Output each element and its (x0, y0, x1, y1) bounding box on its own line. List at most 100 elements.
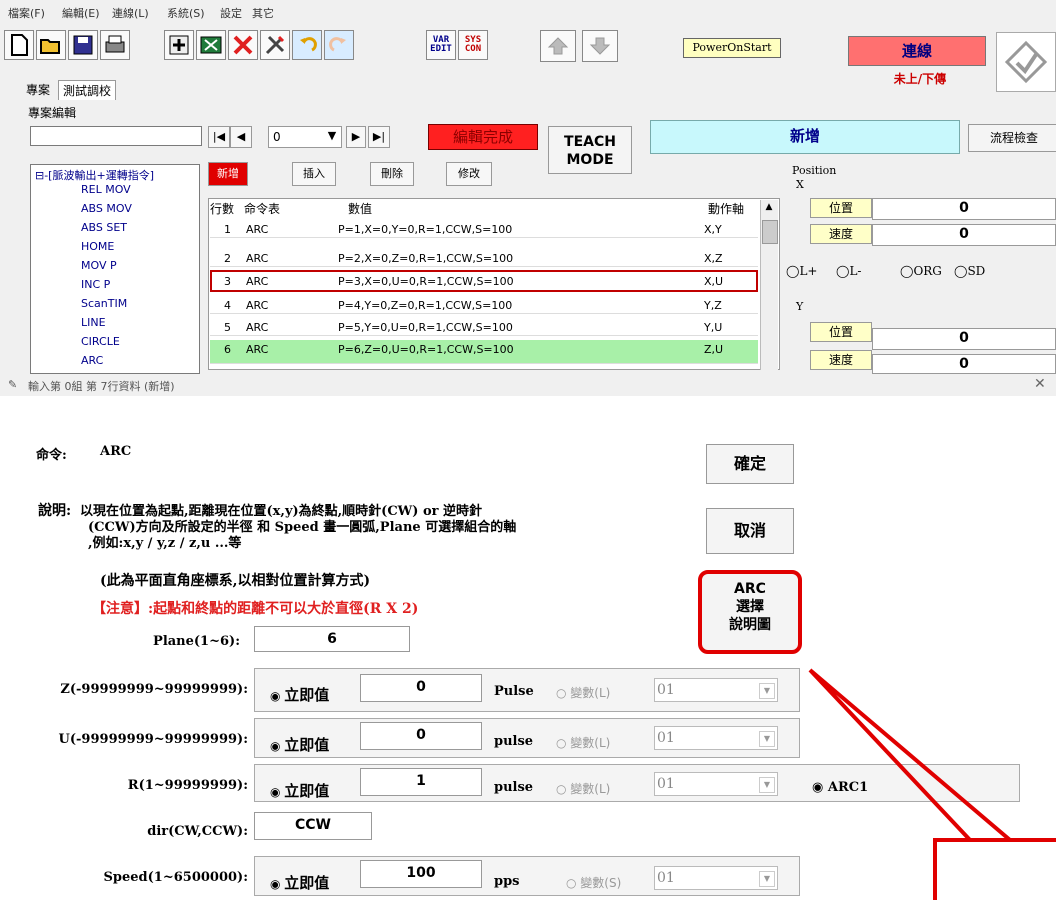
tree-item[interactable]: ARC (81, 354, 103, 367)
tab-project[interactable]: 專案 (22, 80, 54, 100)
sys-con-button[interactable]: SYS CON (458, 30, 488, 60)
speed-variable-label: 變數(S) (580, 876, 622, 890)
flow-check-button[interactable]: 流程檢查 (968, 124, 1056, 152)
tools-icon[interactable] (260, 30, 290, 60)
teach-mode-button[interactable]: TEACH MODE (548, 126, 632, 174)
table-row[interactable]: 4 ARC P=4,Y=0,Z=0,R=1,CCW,S=100 Y,Z (210, 296, 758, 314)
close-icon[interactable]: ✕ (1034, 376, 1046, 392)
save-icon[interactable] (68, 30, 98, 60)
scroll-up-icon[interactable]: ▲ (763, 202, 775, 216)
excel-icon[interactable] (196, 30, 226, 60)
var-edit-button[interactable]: VAR EDIT (426, 30, 456, 60)
z-variable-radio[interactable]: ○ 變數(L) (556, 684, 610, 701)
tree-item[interactable]: MOV P (81, 259, 117, 272)
r-value-input[interactable]: 1 (360, 768, 482, 796)
arrow-down-icon[interactable] (582, 30, 618, 62)
speed-unit: pps (494, 874, 520, 889)
menu-settings[interactable]: 設定 (220, 5, 242, 21)
tree-item[interactable]: ABS MOV (81, 202, 132, 215)
next-record-icon[interactable]: ▶ (346, 126, 366, 148)
delete-row-button[interactable]: 刪除 (370, 162, 414, 186)
tree-item[interactable]: CIRCLE (81, 335, 120, 348)
menu-edit[interactable]: 編輯(E) (62, 5, 100, 21)
cell-value: P=1,X=0,Y=0,R=1,CCW,S=100 (338, 223, 513, 236)
speed-value-input[interactable]: 100 (360, 860, 482, 888)
tree-item[interactable]: INC P (81, 278, 110, 291)
z-immediate-radio[interactable]: ◉ 立即值 (270, 684, 329, 705)
checkmark-logo-icon[interactable] (996, 32, 1056, 92)
prev-record-icon[interactable]: ◀ (230, 126, 252, 148)
u-immediate-radio[interactable]: ◉ 立即值 (270, 734, 329, 755)
new-file-icon[interactable] (4, 30, 34, 60)
power-on-start-button[interactable]: PowerOnStart (683, 38, 781, 58)
undo-icon[interactable] (292, 30, 322, 60)
table-row[interactable]: 5 ARC P=5,Y=0,U=0,R=1,CCW,S=100 Y,U (210, 318, 758, 336)
connect-button[interactable]: 連線 (848, 36, 986, 66)
y-speed-value: 0 (872, 354, 1056, 374)
add-icon[interactable] (164, 30, 194, 60)
z-value-input[interactable]: 0 (360, 674, 482, 702)
delete-icon[interactable] (228, 30, 258, 60)
table-scrollbar[interactable]: ▲ (760, 200, 778, 370)
slowdown-label: SD (967, 264, 986, 278)
z-variable-select[interactable]: 01 ▼ (654, 678, 778, 702)
origin-radio[interactable]: ◯ORG (900, 264, 942, 278)
tree-item[interactable]: REL MOV (81, 183, 131, 196)
command-value: ARC (100, 444, 132, 459)
r-variable-radio[interactable]: ○ 變數(L) (556, 780, 610, 797)
dir-label: dir(CW,CCW): (147, 824, 248, 839)
arc-help-button[interactable]: ARC 選擇 說明圖 (698, 570, 802, 654)
z-unit: Pulse (494, 684, 534, 699)
tab-test-tuning[interactable]: 測試調校 (58, 80, 117, 100)
desc-label: 說明: (38, 503, 72, 519)
var-edit-label: VAR EDIT (430, 35, 452, 54)
edit-done-button[interactable]: 編輯完成 (428, 124, 538, 150)
speed-variable-select[interactable]: 01 ▼ (654, 866, 778, 890)
u-variable-select[interactable]: 01 ▼ (654, 726, 778, 750)
arrow-up-icon[interactable] (540, 30, 576, 62)
ok-button[interactable]: 確定 (706, 444, 794, 484)
cell-line-no: 4 (224, 299, 231, 312)
new-row-button[interactable]: 新增 (208, 162, 248, 186)
limit-plus-radio[interactable]: ◯L+ (786, 264, 817, 278)
tree-item[interactable]: ABS SET (81, 221, 127, 234)
dir-input[interactable]: CCW (254, 812, 372, 840)
menu-file[interactable]: 檔案(F) (8, 5, 45, 21)
limit-minus-radio[interactable]: ◯L- (836, 264, 861, 278)
tree-item[interactable]: HOME (81, 240, 114, 253)
dialog-titlebar: ✎ 輸入第 0組 第 7行資料 (新增) ✕ (0, 374, 1056, 396)
r-immediate-radio[interactable]: ◉ 立即值 (270, 780, 329, 801)
insert-row-button[interactable]: 插入 (292, 162, 336, 186)
speed-immediate-radio[interactable]: ◉ 立即值 (270, 872, 329, 893)
speed-variable-radio[interactable]: ○ 變數(S) (566, 874, 621, 891)
tree-item[interactable]: LINE (81, 316, 106, 329)
table-row[interactable]: 2 ARC P=2,X=0,Z=0,R=1,CCW,S=100 X,Z (210, 249, 758, 267)
chevron-down-icon[interactable]: ▼ (322, 126, 342, 148)
pencil-icon: ✎ (8, 378, 18, 391)
y-pos-value: 0 (872, 328, 1056, 350)
open-folder-icon[interactable] (36, 30, 66, 60)
header-value: 數值 (348, 202, 373, 216)
r-variable-select[interactable]: 01 ▼ (654, 772, 778, 796)
first-record-icon[interactable]: |◀ (208, 126, 230, 148)
print-icon[interactable] (100, 30, 130, 60)
slowdown-radio[interactable]: ◯SD (954, 264, 985, 278)
menu-other[interactable]: 其它 (252, 5, 274, 21)
table-row-highlighted[interactable]: 3 ARC P=3,X=0,U=0,R=1,CCW,S=100 X,U (210, 270, 758, 292)
tree-root[interactable]: ⊟-[脈波輸出+運轉指令] (35, 167, 154, 183)
table-row-selected[interactable]: 6 ARC P=6,Z=0,U=0,R=1,CCW,S=100 Z,U (210, 340, 758, 364)
plane-input[interactable]: 6 (254, 626, 410, 652)
redo-icon[interactable] (324, 30, 354, 60)
modify-row-button[interactable]: 修改 (446, 162, 492, 186)
menu-system[interactable]: 系統(S) (167, 5, 205, 21)
tree-item[interactable]: ScanTIM (81, 297, 127, 310)
menu-connection[interactable]: 連線(L) (112, 5, 149, 21)
u-variable-radio[interactable]: ○ 變數(L) (556, 734, 610, 751)
u-value-input[interactable]: 0 (360, 722, 482, 750)
cancel-button[interactable]: 取消 (706, 508, 794, 554)
last-record-icon[interactable]: ▶| (368, 126, 390, 148)
scroll-thumb[interactable] (762, 220, 778, 244)
command-tree[interactable]: ⊟-[脈波輸出+運轉指令] REL MOV ABS MOV ABS SET HO… (30, 164, 200, 374)
project-name-input[interactable] (30, 126, 202, 146)
table-row[interactable]: 1 ARC P=1,X=0,Y=0,R=1,CCW,S=100 X,Y (210, 220, 758, 238)
